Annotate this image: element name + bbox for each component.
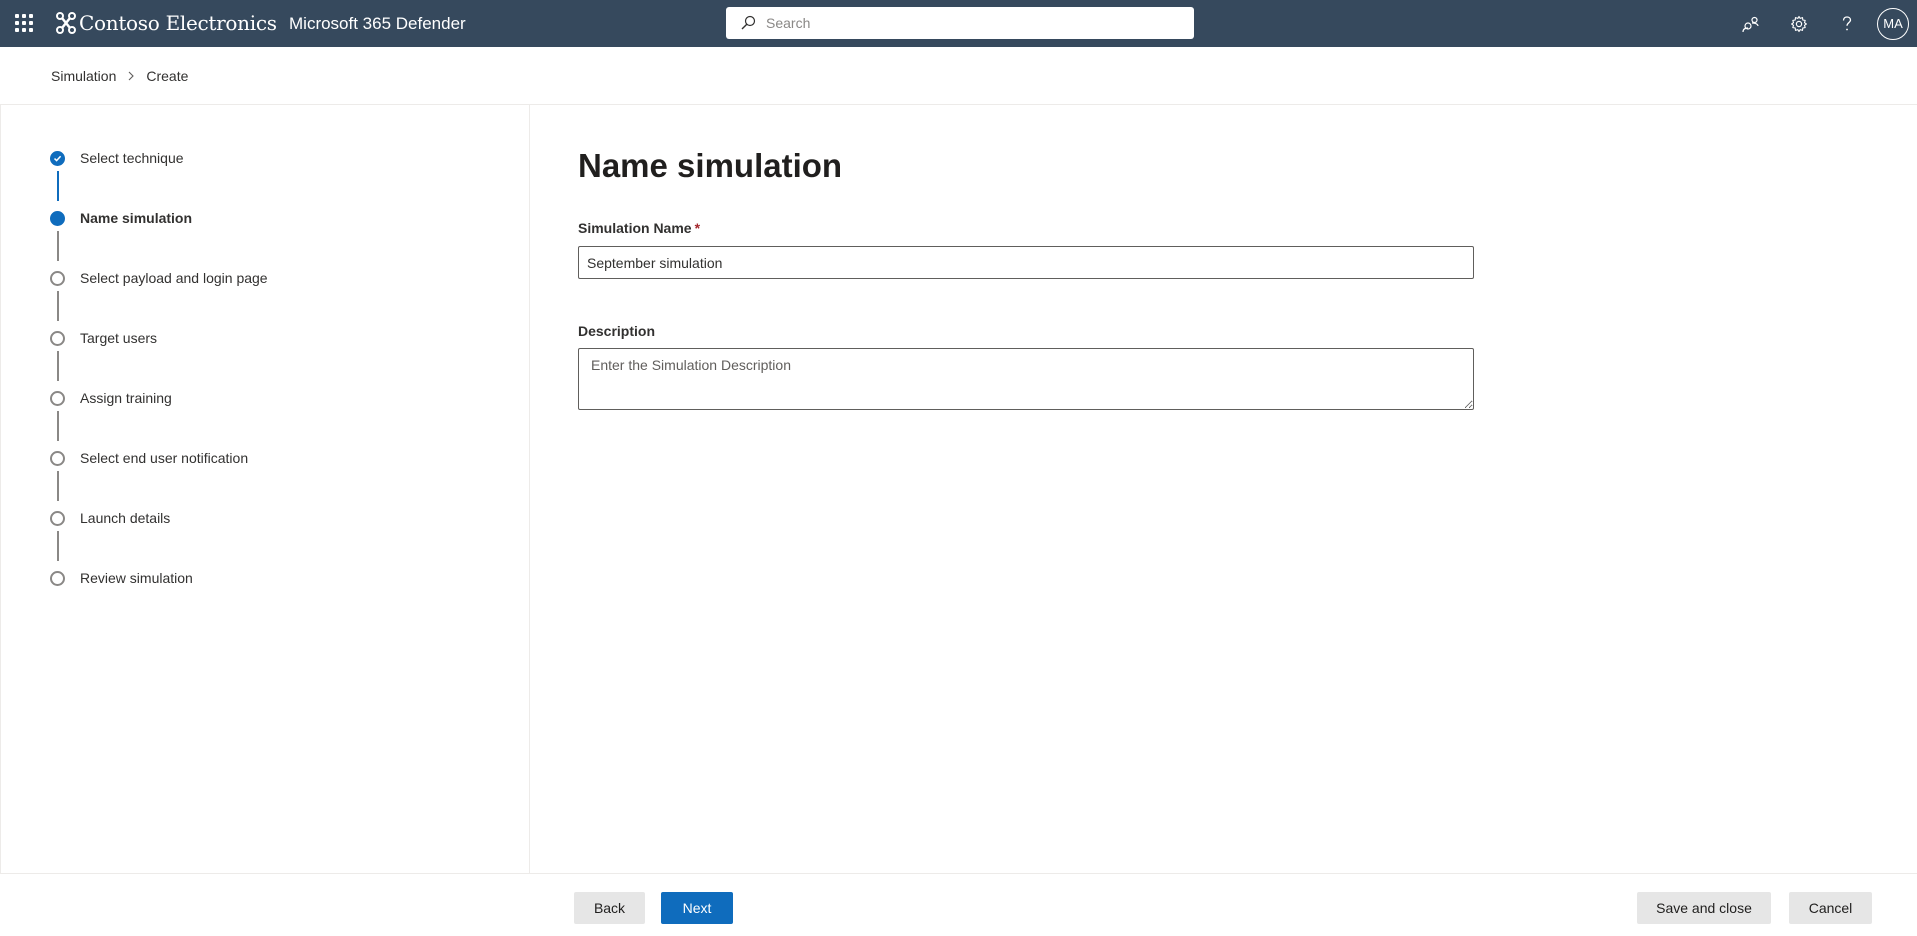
settings-button[interactable] (1775, 0, 1823, 47)
step-select-payload[interactable]: Select payload and login page (50, 268, 268, 288)
step-connector (57, 351, 59, 381)
step-name-simulation[interactable]: Name simulation (50, 208, 192, 228)
avatar-initials: MA (1883, 16, 1903, 31)
step-label: Select end user notification (80, 450, 249, 466)
pending-step-icon (50, 570, 65, 586)
field-label-text: Simulation Name (578, 220, 692, 236)
brand-name: Contoso Electronics (79, 11, 277, 35)
step-label: Name simulation (80, 210, 193, 226)
breadcrumb: Simulation Create (0, 47, 1917, 105)
current-step-icon (50, 210, 65, 226)
pending-step-icon (50, 450, 65, 466)
simulation-name-label: Simulation Name * (578, 220, 700, 236)
community-icon (1742, 16, 1759, 32)
description-input[interactable] (578, 348, 1474, 410)
contoso-logo-icon (56, 12, 76, 34)
top-icons: MA (1727, 0, 1917, 47)
step-connector (57, 531, 59, 561)
app-launcher-icon[interactable] (12, 11, 36, 35)
step-connector (57, 231, 59, 261)
step-label: Target users (80, 330, 158, 346)
step-select-technique[interactable]: Select technique (50, 148, 184, 168)
step-launch-details[interactable]: Launch details (50, 508, 170, 528)
wizard-footer: Back Next Save and close Cancel (0, 873, 1917, 936)
description-label: Description (578, 323, 656, 339)
help-icon (1842, 15, 1852, 30)
pending-step-icon (50, 270, 65, 286)
pending-step-icon (50, 510, 65, 526)
top-bar: Contoso Electronics Microsoft 365 Defend… (0, 0, 1917, 47)
checkmark-icon (50, 150, 65, 166)
step-target-users[interactable]: Target users (50, 328, 157, 348)
step-connector (57, 471, 59, 501)
search-box[interactable] (726, 7, 1194, 39)
page-title: Name simulation (578, 147, 843, 184)
search-icon (741, 15, 756, 30)
next-button[interactable]: Next (661, 892, 733, 924)
brand[interactable]: Contoso Electronics (55, 11, 277, 35)
breadcrumb-item-create: Create (146, 67, 189, 84)
step-end-user-notification[interactable]: Select end user notification (50, 448, 248, 468)
app-name[interactable]: Microsoft 365 Defender (289, 14, 466, 34)
cancel-button[interactable]: Cancel (1789, 892, 1872, 924)
gear-icon (1791, 15, 1807, 32)
community-button[interactable] (1727, 0, 1775, 47)
step-label: Review simulation (80, 570, 193, 586)
search-input[interactable] (766, 15, 1186, 31)
pending-step-icon (50, 330, 65, 346)
step-label: Select technique (80, 150, 184, 166)
step-label: Select payload and login page (80, 270, 268, 286)
chevron-right-icon (126, 70, 136, 82)
simulation-name-input[interactable] (578, 246, 1474, 279)
help-button[interactable] (1823, 0, 1871, 47)
step-label: Assign training (80, 390, 172, 406)
wizard-steps: Select technique Name simulation Select … (0, 105, 530, 873)
breadcrumb-item-simulation[interactable]: Simulation (51, 68, 116, 84)
step-connector (57, 291, 59, 321)
step-review-simulation[interactable]: Review simulation (50, 568, 193, 588)
back-button[interactable]: Back (574, 892, 645, 924)
step-assign-training[interactable]: Assign training (50, 388, 172, 408)
pending-step-icon (50, 390, 65, 406)
avatar[interactable]: MA (1877, 7, 1909, 40)
step-connector (57, 171, 59, 201)
save-and-close-button[interactable]: Save and close (1637, 892, 1771, 924)
required-marker: * (694, 220, 701, 236)
step-connector (57, 411, 59, 441)
step-label: Launch details (80, 510, 171, 526)
